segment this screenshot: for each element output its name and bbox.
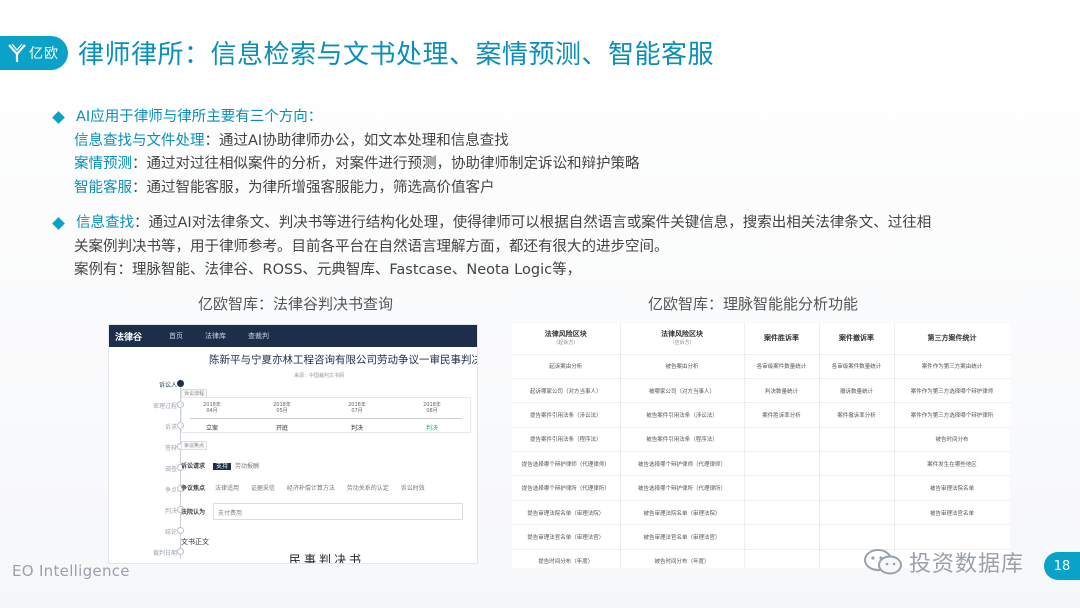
timeline-item: 调查 [164,466,177,473]
sub-item-text: ：通过对过往相似案件的分析，对案件进行预测，协助律师制定诉讼和辩护策略 [132,156,640,172]
bullet-2-text: ：通过AI对法律条文、判决书等进行结构化处理，使得律师可以根据自然语言或案件关键… [134,215,932,231]
timeline-item: 争点 [164,487,177,494]
verdict-heading: 民事判决书 [289,553,365,564]
table-header-cell: 案件撤诉率 [819,324,895,355]
falvgu-brand: 法律谷 [115,332,143,343]
bullet-1: AI应用于律师与律所主要有三个方向： [52,106,1012,130]
diamond-bullet-icon [52,111,65,124]
bullet-2-cases: 案例有：理脉智能、法律谷、ROSS、元典智库、Fastcase、Neota Lo… [74,262,582,278]
disputes-row: 争议焦点 法律适用 证据采信 经济补偿计算方法 劳动关系的认定 诉讼时效 [181,485,425,492]
timeline-item: 判决 [164,508,177,515]
timeline-item: 诉讼人 [158,382,177,389]
timeline-item: 审理过程 [152,403,177,410]
table-row: 提告选择哪个辩护律所（代理律所） 被告选择哪个辩护律所（代理律所） 被告审理法院名单 [512,475,1010,501]
footer-brand: EO Intelligence [12,562,130,580]
wechat-icon [864,549,902,575]
sub-item-text: ：通过智能客服，为律所增强客服能力，筛选高价值客户 [132,179,495,196]
table-row: 提告案件引用法条（程序法） 被告案件引用法条（程序法） 被告时间分布 [512,427,1010,453]
nav-item: 首页 [169,332,183,340]
table-header: 法律风险区块 （起诉方） 法律风险区块 （应诉方） 案件胜诉率 案件撤诉率 第三方案… [512,324,1010,355]
limai-analysis-table: 法律风险区块 （起诉方） 法律风险区块 （应诉方） 案件胜诉率 案件撤诉率 第三方案… [512,324,1010,568]
timeline-item: 答辩 [164,445,177,452]
sub-item: 案情预测：通过对过往相似案件的分析，对案件进行预测，协助律师制定诉讼和辩护策略 [52,153,1012,177]
judgment-source: 来源：中国裁判文书网 [294,373,345,379]
timeline-item: 诉求 [164,424,177,431]
table-row: 提告审理法院名单（审理法院） 被告审理法院名单（审理法院） 被告审理法官名单 [512,500,1010,526]
timeline-item: 结论 [164,529,177,536]
claims-row: 诉讼请求 支持 劳动报酬 [181,463,260,470]
table-row: 起诉案由分析 被告案由分析 各审级案件数量统计 各审级案件数量统计 案件作为第三方案由统… [512,354,1010,379]
content: AI应用于律师与律所主要有三个方向： 信息查找与文件处理：通过AI协助律师办公，… [52,106,1012,283]
bullet-2: 信息查找：通过AI对法律条文、判决书等进行结构化处理，使得律师可以根据自然语言或… [52,212,1012,236]
watermark: 投资数据库 [863,546,1024,578]
nav-item: 法律库 [205,332,226,340]
stage: 2018年 04月 立案 [203,402,221,432]
points-tag: 争议焦点 [181,441,208,450]
page-title: 律师律所：信息检索与文书处理、案情预测、智能客服 [78,40,715,70]
table-header-cell: 法律风险区块 （起诉方） [512,324,621,355]
original-text-label: 文书正文 [181,538,209,546]
timeline-dot-icon [177,548,184,555]
table-row: 起诉哪家公司（对方当事人） 被哪家公司（对方当事人） 判决数量统计 撤诉数量统计 案件作… [512,378,1010,404]
flow-box: 2018年 04月 立案 2018年 05月 开庭 2018年 07月 判决 2018年 08… [181,397,471,433]
sub-item: 信息查找与文件处理：通过AI协助律师办公，如文本处理和信息查找 [52,130,1012,154]
logo-y-icon [8,43,26,62]
bullet-2-text-cont: 关案例判决书等，用于律师参考。目前各平台在自然语言理解方面，都还有很大的进步空间… [74,238,669,255]
stage: 2018年 08月 判决 [423,402,441,432]
sub-item-key: 案情预测 [74,156,132,172]
timeline-dot-icon [177,380,184,387]
timeline-dot-icon [177,527,184,534]
sub-item-key: 信息查找与文件处理 [74,132,205,149]
logo: 亿欧 [0,36,68,70]
caption-right: 亿欧智库：理脉智能能分析功能 [648,295,859,313]
judgment-title: 陈新平与宁夏亦林工程咨询有限公司劳动争议一审民事判决书 [209,354,478,366]
bullet-1-lead: AI应用于律师与律所主要有三个方向： [76,109,323,125]
table-row: 提告选择哪个辩护律师（代理律师） 被告选择哪个辩护律师（代理律师） 案件发生在哪些地… [512,451,1010,477]
bullet-2-key: 信息查找 [76,215,134,231]
page-number: 18 [1044,552,1080,580]
sub-item-text: ：通过AI协助律师办公，如文本处理和信息查找 [204,132,509,149]
watermark-text: 投资数据库 [909,552,1025,577]
timeline-item: 裁判日期 [152,550,177,557]
falvgu-screenshot: 法律谷 首页 法律库 查裁判 陈新平与宁夏亦林工程咨询有限公司劳动争议一审民事判… [108,324,478,564]
table-row: 提告案件引用法条（涉讼法） 被告案件引用法条（涉讼法） 案件胜诉率分析 案件撤诉率分析… [512,402,1010,428]
table-header-cell: 第三方案件统计 [894,324,1010,355]
falvgu-navbar: 法律谷 首页 法律库 查裁判 [109,325,477,347]
nav-item: 查裁判 [248,332,269,340]
court-view-field[interactable]: 支付费用 [213,503,463,520]
table-header-cell: 案件胜诉率 [744,324,820,355]
logo-text: 亿欧 [29,46,59,62]
sub-item-key: 智能客服 [74,179,132,196]
stage: 2018年 05月 开庭 [273,402,291,432]
court-row: 法院认为 [181,509,206,516]
sub-item: 智能客服：通过智能客服，为律所增强客服能力，筛选高价值客户 [52,177,1012,201]
caption-left: 亿欧智库：法律谷判决书查询 [198,295,394,313]
diamond-bullet-icon [52,217,65,230]
table-header-cell: 法律风险区块 （应诉方） [620,324,745,355]
stage: 2018年 07月 判决 [348,402,366,432]
